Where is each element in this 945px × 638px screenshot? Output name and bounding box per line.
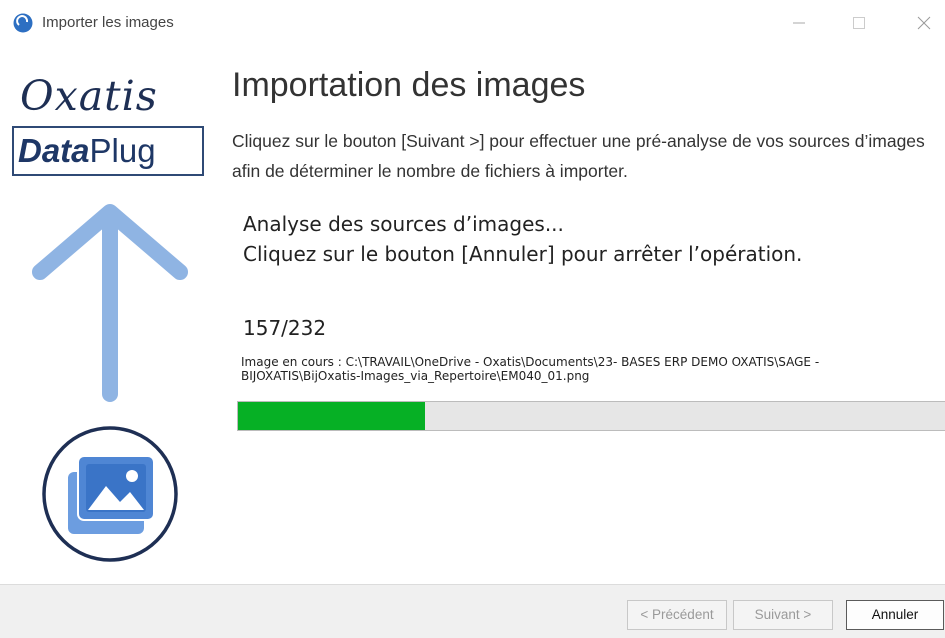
next-button[interactable]: Suivant > bbox=[733, 600, 833, 630]
image-gallery-icon bbox=[42, 426, 178, 562]
close-button[interactable] bbox=[905, 8, 945, 38]
minimize-icon bbox=[793, 22, 805, 24]
instruction-text: Cliquez sur le bouton [Suivant >] pour e… bbox=[232, 131, 925, 181]
button-bar: < Précédent Suivant > Annuler bbox=[0, 584, 945, 638]
status-text: Analyse des sources d’images... bbox=[243, 212, 564, 236]
title-bar: Importer les images bbox=[0, 0, 945, 46]
cancel-button[interactable]: Annuler bbox=[846, 600, 944, 630]
progress-counter: 157/232 bbox=[243, 316, 327, 340]
dataplug-logo: DataPlug bbox=[12, 126, 204, 176]
previous-button[interactable]: < Précédent bbox=[627, 600, 727, 630]
current-file-path: Image en cours : C:\TRAVAIL\OneDrive - O… bbox=[241, 355, 820, 383]
minimize-button[interactable] bbox=[780, 8, 820, 38]
sidebar-graphic: Oxatis DataPlug bbox=[0, 46, 215, 576]
progress-bar-fill bbox=[238, 402, 426, 430]
maximize-button[interactable] bbox=[840, 8, 880, 38]
upload-arrow-icon bbox=[32, 204, 188, 402]
logo-data-text: Data bbox=[18, 132, 90, 169]
maximize-icon bbox=[853, 17, 865, 29]
logo-plug-text: Plug bbox=[89, 132, 156, 169]
close-icon bbox=[917, 16, 931, 30]
page-title: Importation des images bbox=[232, 66, 586, 104]
app-icon bbox=[13, 13, 33, 33]
cancel-hint-text: Cliquez sur le bouton [Annuler] pour arr… bbox=[243, 242, 803, 266]
progress-bar bbox=[237, 401, 945, 431]
oxatis-logo: Oxatis bbox=[20, 72, 158, 120]
window-title: Importer les images bbox=[42, 14, 174, 31]
